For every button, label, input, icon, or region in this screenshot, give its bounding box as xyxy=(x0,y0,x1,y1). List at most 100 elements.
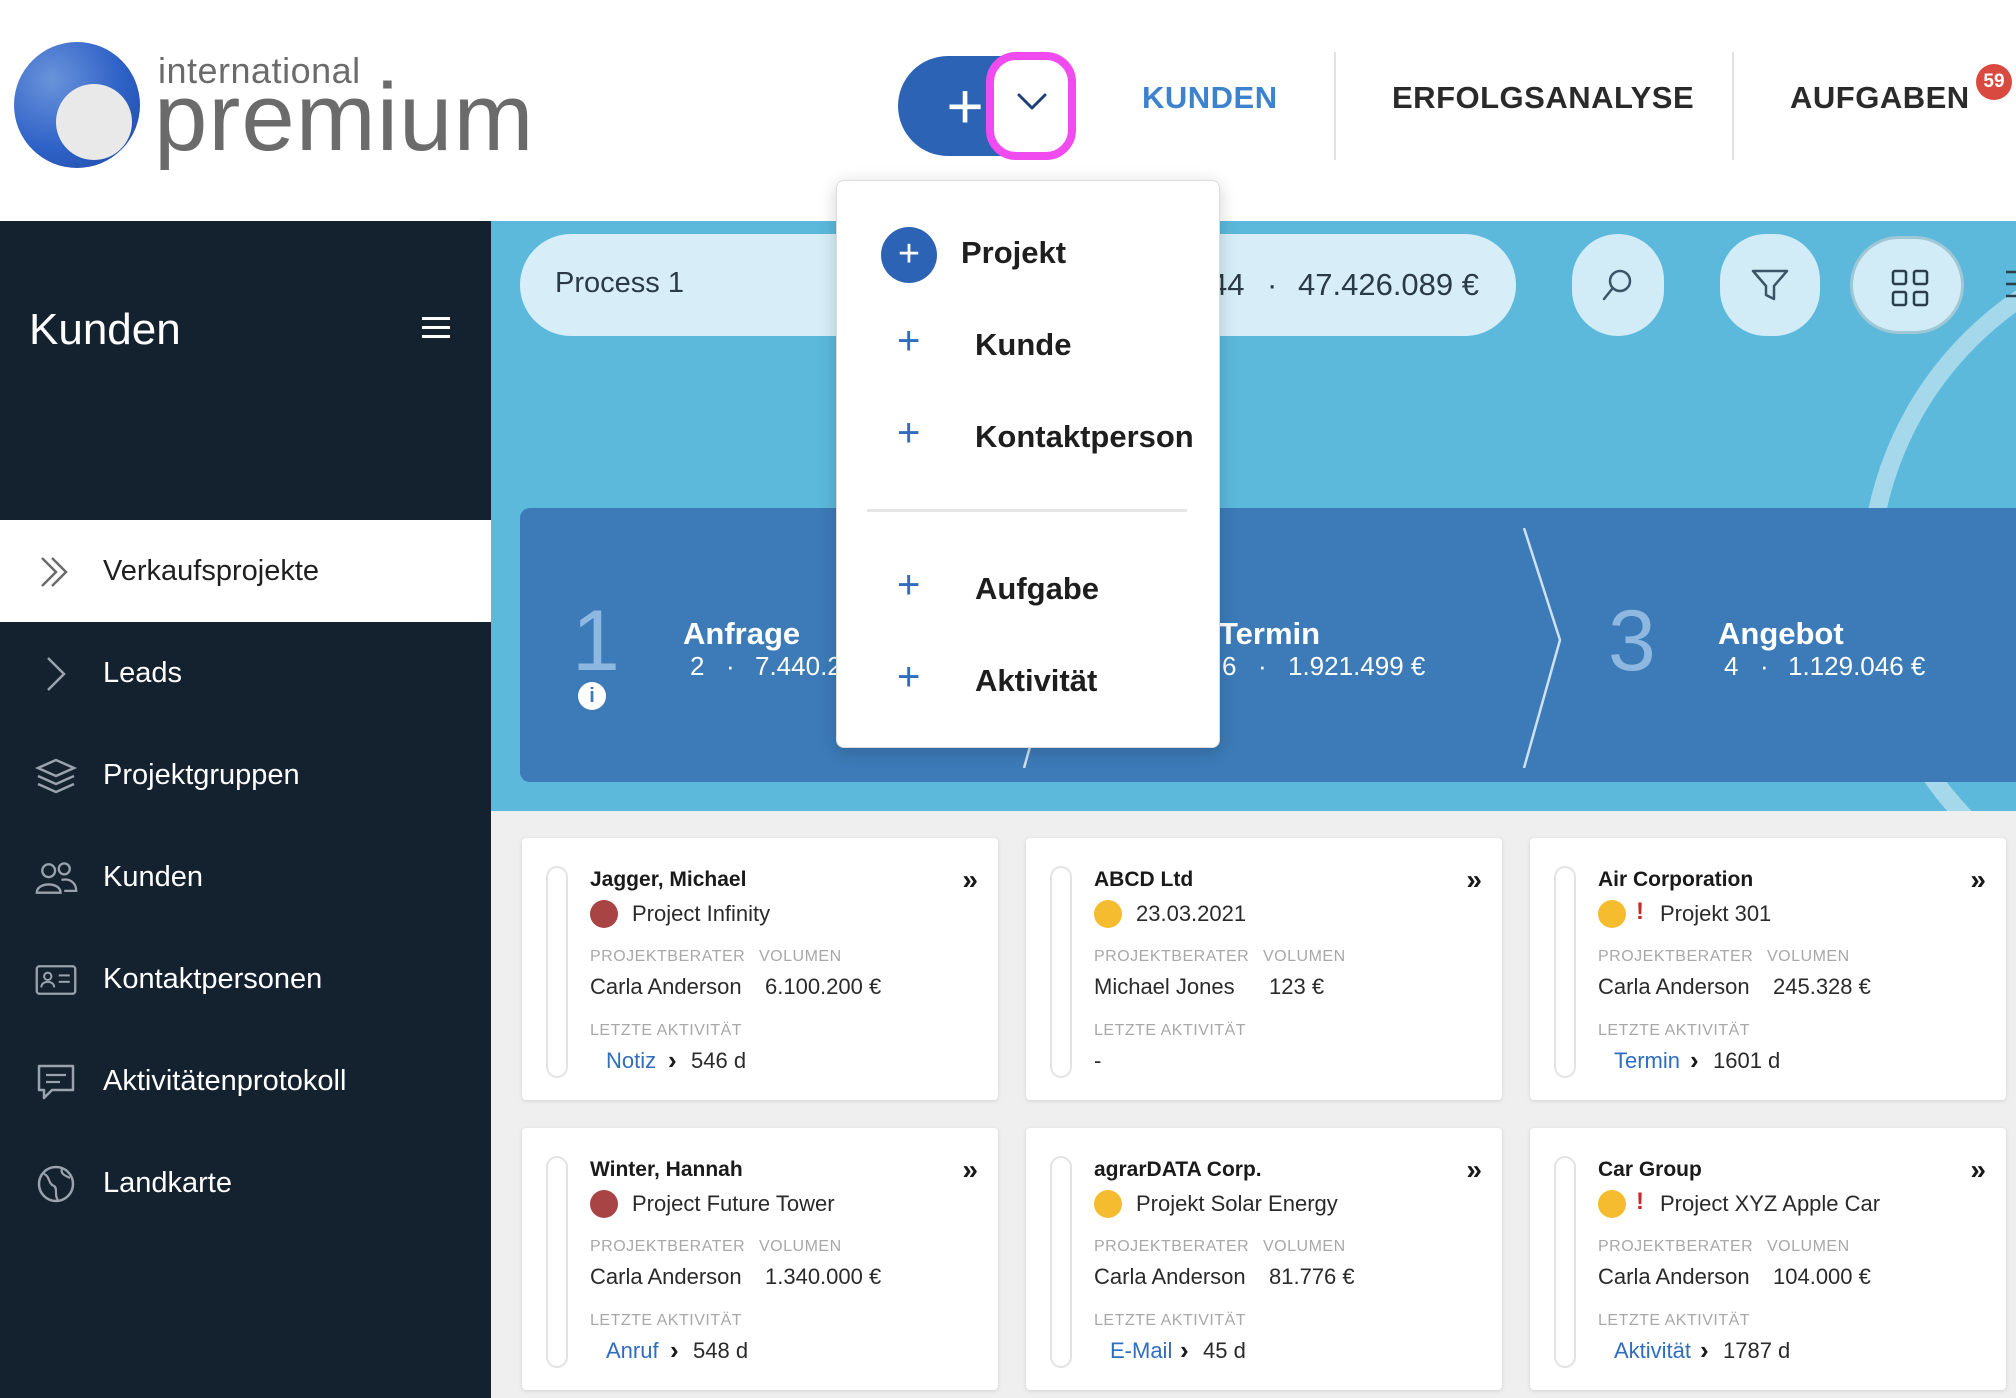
drag-handle[interactable] xyxy=(1050,1156,1072,1368)
card-activity-link[interactable]: E-Mail xyxy=(1110,1338,1172,1364)
drag-handle[interactable] xyxy=(546,866,568,1078)
card-volume: 123 € xyxy=(1269,974,1325,999)
logo-text-big: premium xyxy=(154,64,535,171)
stage-1-amount: 7.440.2 xyxy=(755,651,842,681)
card-volume: 245.328 € xyxy=(1773,974,1871,999)
label-volume: VOLUMEN xyxy=(759,1238,842,1255)
sidebar-item-label: Verkaufsprojekte xyxy=(103,555,320,587)
card-activity-link[interactable]: Termin xyxy=(1614,1048,1680,1074)
card-activity-days: 45 d xyxy=(1203,1338,1246,1363)
project-card[interactable]: ABCD Ltd » 23.03.2021 PROJEKTBERATER VOL… xyxy=(1026,838,1502,1100)
menu-item-kunde[interactable]: + Kunde xyxy=(837,307,1221,387)
label-last-activity: LETZTE AKTIVITÄT xyxy=(1094,1312,1247,1329)
card-volume: 6.100.200 € xyxy=(765,974,882,999)
sidebar-item-label: Leads xyxy=(103,657,183,689)
grid-icon xyxy=(1891,269,1929,307)
double-chevron-right-icon[interactable]: » xyxy=(1466,864,1481,896)
label-last-activity: LETZTE AKTIVITÄT xyxy=(1094,1022,1247,1039)
sidebar-item-label: Landkarte xyxy=(103,1167,232,1199)
drag-handle[interactable] xyxy=(1554,1156,1576,1368)
stage-2-separator: · xyxy=(1258,651,1267,681)
double-chevron-right-icon[interactable]: » xyxy=(962,1154,977,1186)
card-customer-name: Jagger, Michael xyxy=(590,868,747,891)
double-chevron-right-icon[interactable]: » xyxy=(1970,1154,1985,1186)
menu-item-kontaktperson[interactable]: + Kontaktperson xyxy=(837,399,1221,479)
stage-2-name[interactable]: Termin xyxy=(1219,616,1320,652)
sidebar-item-projektgruppen[interactable]: Projektgruppen xyxy=(0,724,491,826)
project-card[interactable]: agrarDATA Corp. » Projekt Solar Energy P… xyxy=(1026,1128,1502,1390)
summary-total-volume: 47.426.089 € xyxy=(1298,267,1480,302)
card-activity-link[interactable]: Notiz xyxy=(606,1048,656,1074)
label-last-activity: LETZTE AKTIVITÄT xyxy=(590,1022,743,1039)
card-activity-link[interactable]: Aktivität xyxy=(1614,1338,1691,1364)
card-activity-empty: - xyxy=(1094,1048,1102,1073)
chevron-down-icon xyxy=(1017,93,1047,110)
project-card[interactable]: Air Corporation » ! Projekt 301 PROJEKTB… xyxy=(1530,838,2006,1100)
menu-item-label: Kontaktperson xyxy=(975,419,1194,454)
double-chevron-right-icon[interactable]: » xyxy=(962,864,977,896)
sidebar-item-label: Aktivitätenprotokoll xyxy=(103,1065,347,1097)
label-advisor: PROJEKTBERATER xyxy=(590,948,746,965)
nav-erfolgsanalyse[interactable]: ERFOLGSANALYSE xyxy=(1392,80,1694,116)
label-advisor: PROJEKTBERATER xyxy=(1598,1238,1754,1255)
project-card[interactable]: Winter, Hannah » Project Future Tower PR… xyxy=(522,1128,998,1390)
chevron-right-icon: › xyxy=(668,1045,677,1075)
grid-view-button[interactable] xyxy=(1850,236,1964,334)
urgent-icon: ! xyxy=(1636,1188,1644,1215)
menu-icon[interactable] xyxy=(422,317,450,339)
card-project-name: Project Future Tower xyxy=(632,1191,835,1216)
card-activity-days: 1601 d xyxy=(1713,1048,1781,1073)
add-menu-dropdown: + Projekt + Kunde + Kontaktperson + Aufg… xyxy=(836,180,1220,748)
list-view-button[interactable] xyxy=(1990,236,2016,334)
urgent-icon: ! xyxy=(1636,898,1644,925)
plus-icon: + xyxy=(897,563,921,607)
double-chevron-right-icon[interactable]: » xyxy=(1970,864,1985,896)
card-activity-link[interactable]: Anruf xyxy=(606,1338,659,1364)
card-advisor: Carla Anderson xyxy=(1598,1264,1750,1289)
sidebar: Kunden Verkaufsprojekte Leads Projektgru… xyxy=(0,221,491,1398)
card-project-name: Project Infinity xyxy=(632,901,771,926)
stage-1-name[interactable]: Anfrage xyxy=(683,616,800,652)
layers-icon xyxy=(34,758,78,794)
search-button[interactable] xyxy=(1572,234,1664,336)
nav-aufgaben[interactable]: AUFGABEN xyxy=(1790,80,1970,116)
process-selector[interactable]: Process 1 xyxy=(555,267,684,300)
card-volume: 1.340.000 € xyxy=(765,1264,882,1289)
status-dot xyxy=(590,1190,618,1218)
plus-icon: + xyxy=(897,319,921,363)
nav-separator xyxy=(1732,52,1734,160)
stage-3-name[interactable]: Angebot xyxy=(1718,616,1844,652)
nav-separator xyxy=(1334,52,1336,160)
menu-item-projekt[interactable]: + Projekt xyxy=(837,215,1221,295)
sidebar-item-kontaktpersonen[interactable]: Kontaktpersonen xyxy=(0,928,491,1030)
sidebar-item-label: Kontaktpersonen xyxy=(103,963,323,995)
card-activity-days: 548 d xyxy=(693,1338,749,1363)
sidebar-item-leads[interactable]: Leads xyxy=(0,622,491,724)
label-last-activity: LETZTE AKTIVITÄT xyxy=(590,1312,743,1329)
menu-item-aufgabe[interactable]: + Aufgabe xyxy=(837,551,1221,631)
stage-1-number: 1 xyxy=(572,593,620,689)
premium-logo[interactable]: international premium xyxy=(14,40,533,180)
project-card[interactable]: Car Group » ! Project XYZ Apple Car PROJ… xyxy=(1530,1128,2006,1390)
label-volume: VOLUMEN xyxy=(1767,948,1850,965)
drag-handle[interactable] xyxy=(546,1156,568,1368)
menu-item-aktivitaet[interactable]: + Aktivität xyxy=(837,643,1221,723)
filter-button[interactable] xyxy=(1720,234,1820,336)
sidebar-item-aktivitaetenprotokoll[interactable]: Aktivitätenprotokoll xyxy=(0,1030,491,1132)
sidebar-item-kunden[interactable]: Kunden xyxy=(0,826,491,928)
project-card[interactable]: Jagger, Michael » Project Infinity PROJE… xyxy=(522,838,998,1100)
add-menu-toggle[interactable] xyxy=(986,52,1076,160)
info-icon[interactable]: i xyxy=(578,682,606,710)
label-volume: VOLUMEN xyxy=(1263,1238,1346,1255)
drag-handle[interactable] xyxy=(1554,866,1576,1078)
stage-1-count: 2 xyxy=(690,651,705,681)
plus-icon: + xyxy=(897,655,921,699)
sidebar-item-landkarte[interactable]: Landkarte xyxy=(0,1132,491,1234)
menu-item-label: Aufgabe xyxy=(975,571,1099,606)
card-project-name: 23.03.2021 xyxy=(1136,901,1247,926)
double-chevron-right-icon[interactable]: » xyxy=(1466,1154,1481,1186)
drag-handle[interactable] xyxy=(1050,866,1072,1078)
nav-kunden[interactable]: KUNDEN xyxy=(1142,80,1278,116)
card-project-name: Projekt Solar Energy xyxy=(1136,1191,1338,1216)
sidebar-item-verkaufsprojekte[interactable]: Verkaufsprojekte xyxy=(0,520,491,622)
